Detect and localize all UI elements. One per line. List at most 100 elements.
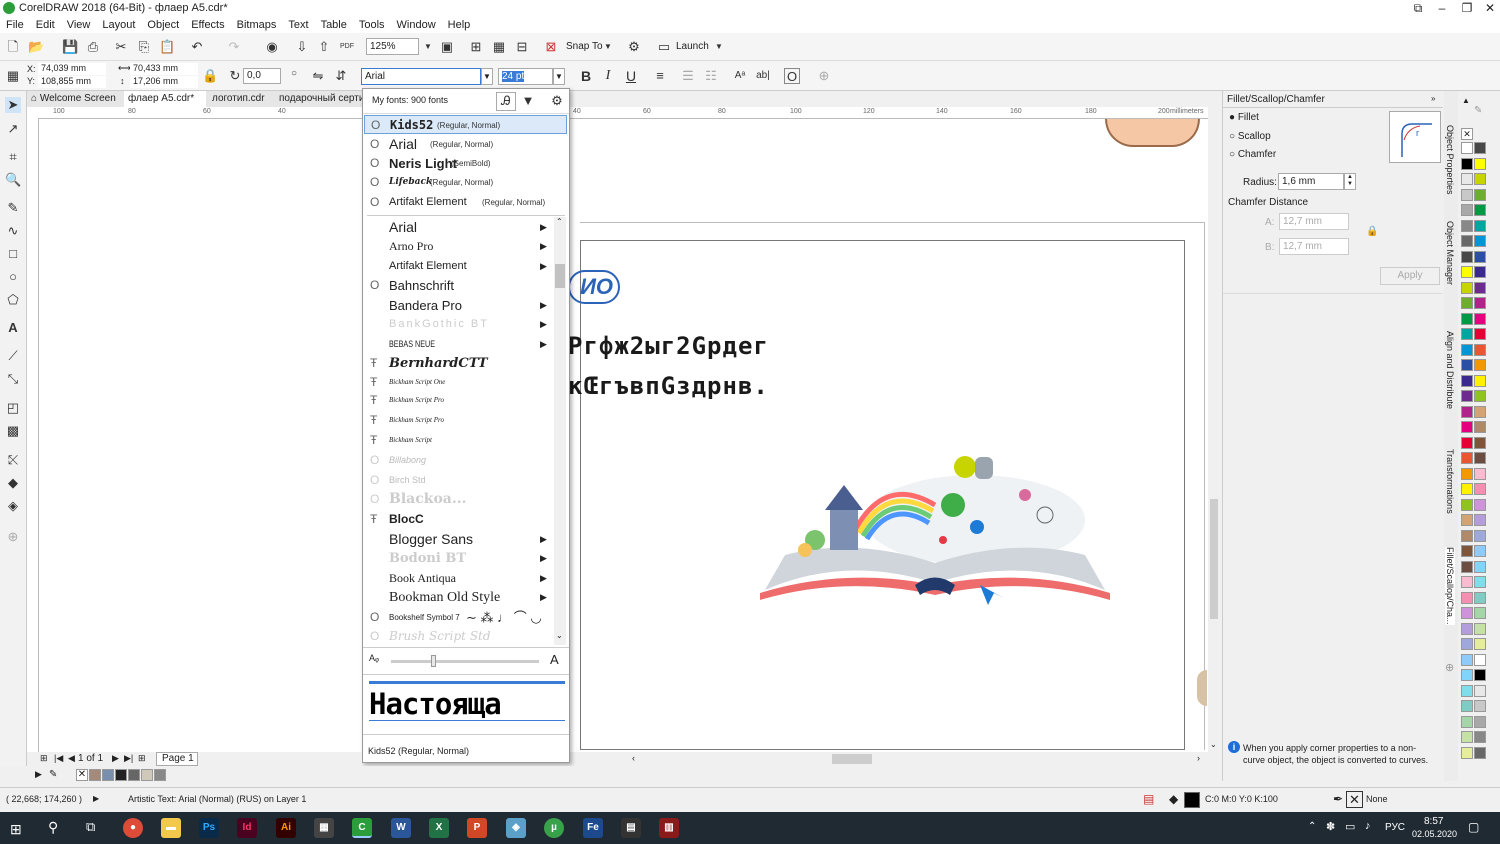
transparency-icon[interactable]: ▩	[5, 423, 21, 439]
color-swatch[interactable]	[1461, 312, 1473, 325]
color-swatch[interactable]	[1474, 359, 1486, 371]
last-page-icon[interactable]: ▶|	[124, 753, 133, 764]
color-swatch[interactable]	[1474, 452, 1486, 464]
add-icon[interactable]: ⊕	[816, 68, 832, 84]
close-button[interactable]: ✕	[1478, 0, 1500, 16]
color-swatch[interactable]	[1474, 188, 1486, 201]
outline-pen-icon[interactable]: ✒	[1333, 792, 1343, 806]
utorrent-icon[interactable]: µ	[544, 818, 564, 838]
color-swatch[interactable]	[1474, 219, 1486, 232]
menu-text[interactable]: Text	[282, 17, 314, 33]
show-rulers-icon[interactable]: ⊞	[468, 39, 484, 55]
palette-up-icon[interactable]: ▲	[1462, 96, 1470, 105]
undo-icon[interactable]: ↶	[189, 39, 205, 55]
color-swatch[interactable]	[1474, 421, 1486, 433]
shape-tool-icon[interactable]: ↗	[5, 121, 21, 137]
color-swatch[interactable]	[1461, 684, 1473, 697]
color-swatch[interactable]	[1461, 545, 1473, 557]
color-swatch[interactable]	[1461, 142, 1473, 154]
rectangle-tool-icon[interactable]: □	[5, 246, 21, 262]
color-swatch[interactable]	[1461, 297, 1473, 309]
color-swatch[interactable]	[1474, 591, 1486, 604]
font-list-item[interactable]: O Billabong	[364, 451, 554, 470]
font-list-item[interactable]: Book Antiqua ▶	[364, 569, 554, 588]
color-swatch[interactable]	[1461, 281, 1473, 294]
open-icon[interactable]: 📂	[28, 39, 44, 55]
copy-icon[interactable]: ⎘	[136, 39, 152, 55]
font-list-item[interactable]: Bandera Pro ▶	[364, 296, 554, 315]
opentype-icon[interactable]: O	[784, 68, 800, 84]
color-swatch[interactable]	[1461, 483, 1473, 495]
recent-font-item[interactable]: O Neris Light (SemiBold)	[364, 154, 554, 173]
fe-app-icon[interactable]: Fe	[583, 818, 603, 838]
scrollbar-thumb[interactable]	[1210, 499, 1218, 619]
color-swatch[interactable]	[141, 769, 153, 781]
word-icon[interactable]: W	[391, 818, 411, 838]
logo-badge[interactable]: ИО	[568, 270, 620, 304]
color-swatch[interactable]	[1474, 157, 1486, 170]
restore-icon[interactable]: ⧉	[1406, 0, 1430, 16]
zoom-input[interactable]: 125%	[366, 38, 419, 55]
color-swatch[interactable]	[1461, 266, 1473, 278]
menu-layout[interactable]: Layout	[96, 17, 141, 33]
radius-input[interactable]: 1,6 mm	[1278, 173, 1344, 190]
color-swatch[interactable]	[1474, 700, 1486, 712]
apply-button[interactable]: Apply	[1380, 267, 1440, 285]
color-swatch[interactable]	[1461, 405, 1473, 418]
connector-tool-icon[interactable]: ⤡	[5, 371, 21, 387]
clock-time[interactable]: 8:57	[1424, 816, 1443, 827]
app-icon[interactable]: ◈	[506, 818, 526, 838]
scrollbar-thumb[interactable]	[832, 754, 872, 764]
color-swatch[interactable]	[1474, 281, 1486, 294]
import-icon[interactable]: ⇩	[294, 39, 310, 55]
chamfer-a-input[interactable]: 12,7 mm	[1279, 213, 1349, 230]
color-swatch[interactable]	[1461, 188, 1473, 201]
color-settings-icon[interactable]: ▤	[1143, 792, 1154, 806]
font-list-scrollbar[interactable]: ⌃ ⌄	[554, 217, 566, 645]
color-swatch[interactable]	[1474, 312, 1486, 325]
color-swatch[interactable]	[1474, 297, 1486, 309]
color-swatch[interactable]	[1474, 436, 1486, 449]
font-list-item[interactable]: O Birch Std	[364, 471, 554, 490]
font-list-item[interactable]: Arial ▶	[364, 218, 554, 237]
font-list-item[interactable]: O Brush Script Std	[364, 627, 554, 646]
chrome-icon[interactable]: ●	[123, 818, 143, 838]
tab-object-properties[interactable]: Object Properties	[1445, 125, 1455, 195]
color-swatch[interactable]	[1461, 157, 1473, 170]
headline-line-1[interactable]: Pгфж2ыг2Gpдег	[568, 332, 769, 360]
menu-table[interactable]: Table	[315, 17, 353, 33]
color-swatch[interactable]	[1474, 746, 1486, 759]
color-swatch[interactable]	[1461, 622, 1473, 635]
add-docker-icon[interactable]: ⊕	[1445, 661, 1454, 674]
color-swatch[interactable]	[1474, 467, 1486, 480]
font-size-dropdown-icon[interactable]: ▼	[553, 68, 565, 85]
smart-fill-icon[interactable]: ◈	[5, 498, 21, 514]
headline-line-2[interactable]: кŒгъвпGздpнв.	[568, 372, 769, 400]
parallel-dimension-icon[interactable]: ⟋	[5, 348, 21, 364]
task-view-icon[interactable]: ⧉	[86, 819, 95, 835]
object-origin-icon[interactable]: ▦	[5, 68, 21, 84]
indesign-icon[interactable]: Id	[237, 818, 257, 838]
color-swatch[interactable]	[1474, 731, 1486, 743]
font-merge-icon[interactable]: Ꭿ	[496, 92, 516, 111]
zoom-tool-icon[interactable]: 🔍	[5, 172, 21, 188]
bullet-list-icon[interactable]: ☰	[680, 68, 696, 84]
cut-icon[interactable]: ✂	[113, 39, 129, 55]
color-swatch[interactable]	[1461, 421, 1473, 433]
font-list-input[interactable]: Arial	[361, 68, 481, 85]
color-swatch[interactable]	[1461, 343, 1473, 356]
color-swatch[interactable]	[1461, 638, 1473, 650]
color-swatch[interactable]	[1474, 204, 1486, 216]
color-swatch[interactable]	[1461, 560, 1473, 573]
color-swatch[interactable]	[1461, 359, 1473, 371]
clock-date[interactable]: 02.05.2020	[1412, 829, 1457, 839]
next-page-icon[interactable]: ▶	[112, 753, 119, 764]
snap-dropdown-icon[interactable]: ▼	[600, 39, 616, 55]
color-swatch[interactable]	[1474, 343, 1486, 356]
polygon-tool-icon[interactable]: ⬠	[5, 292, 21, 308]
color-swatch[interactable]	[1461, 498, 1473, 511]
settings-gear-icon[interactable]: ⚙	[549, 93, 565, 109]
chamfer-b-input[interactable]: 12,7 mm	[1279, 238, 1349, 255]
rotation-icon[interactable]: ↻	[227, 68, 243, 84]
winrar-icon[interactable]: ▥	[659, 818, 679, 838]
